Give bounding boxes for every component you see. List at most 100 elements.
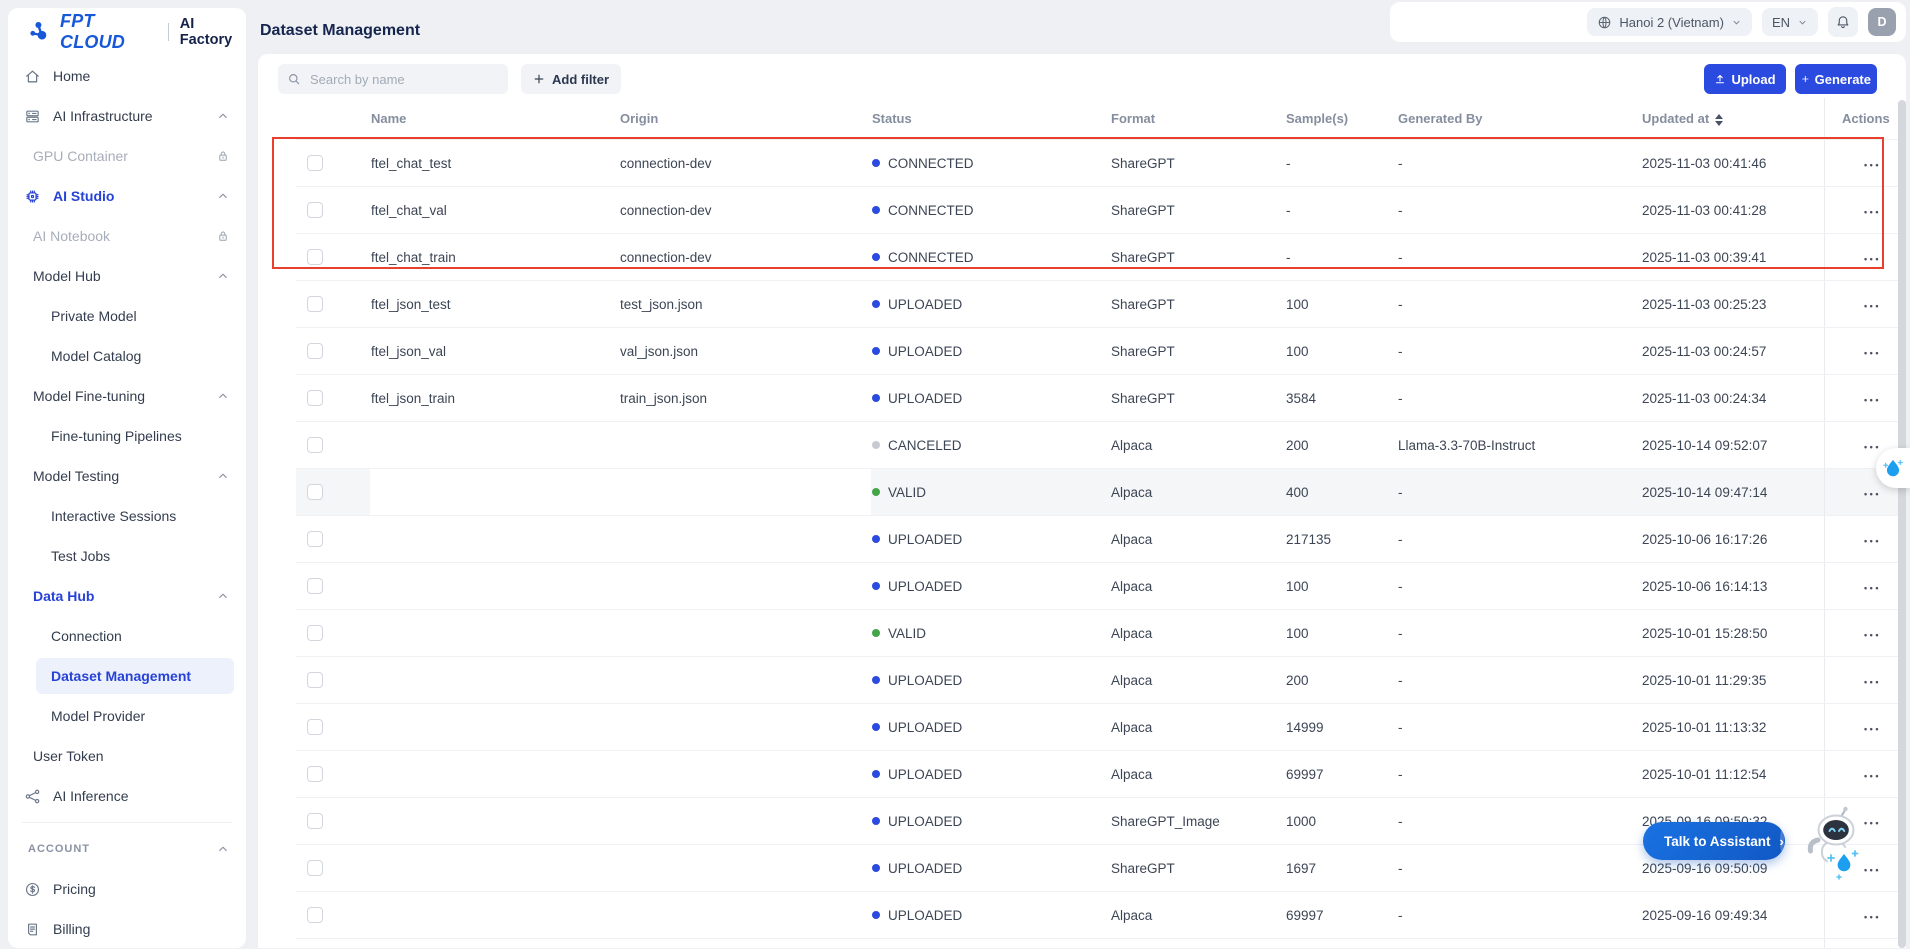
chevron-up-icon[interactable] [216,842,230,856]
chevron-up-icon[interactable] [216,469,230,483]
cell-name: ftel_json_val [370,327,619,375]
sidebar-item-account[interactable]: ACCOUNT [8,829,246,869]
sidebar-item-label: Model Catalog [51,348,142,364]
cell-updated-at: 2025-11-03 00:41:28 [1641,186,1825,234]
status-label: UPLOADED [888,860,963,876]
chevron-up-icon[interactable] [216,109,230,123]
language-selector[interactable]: EN [1761,8,1818,36]
notifications-button[interactable] [1828,7,1858,37]
more-actions-icon[interactable] [1864,156,1881,171]
cell-origin [619,609,871,657]
dataset-table: Name Origin Status Format Sample(s) Generated… [296,98,1906,948]
sidebar-item-model-testing[interactable]: Model Testing [8,456,246,496]
more-actions-icon[interactable] [1864,908,1881,923]
more-actions-icon[interactable] [1864,579,1881,594]
sidebar-item-billing[interactable]: Billing [8,909,246,949]
row-checkbox[interactable] [307,813,323,830]
more-actions-icon[interactable] [1864,297,1881,312]
row-checkbox[interactable] [307,766,323,783]
sidebar-item-ai-studio[interactable]: AI Studio [8,176,246,216]
chevron-up-icon[interactable] [216,269,230,283]
cell-status: UPLOADED [871,562,1110,610]
row-checkbox[interactable] [307,296,323,313]
region-selector[interactable]: Hanoi 2 (Vietnam) [1587,8,1752,36]
row-checkbox[interactable] [307,625,323,642]
cell-name [370,891,619,939]
cell-generated-by: - [1397,374,1641,422]
vertical-scrollbar[interactable] [1898,100,1906,948]
more-actions-icon[interactable] [1864,250,1881,265]
sidebar-item-pricing[interactable]: Pricing [8,869,246,909]
row-checkbox[interactable] [307,390,323,407]
sidebar-item-label: AI Infrastructure [53,108,153,124]
cell-samples: 100 [1285,280,1397,328]
row-checkbox[interactable] [307,249,323,266]
cell-origin: connection-dev [619,233,871,281]
more-actions-icon[interactable] [1864,485,1881,500]
more-actions-icon[interactable] [1864,203,1881,218]
sidebar-item-test-jobs[interactable]: Test Jobs [8,536,246,576]
more-actions-icon[interactable] [1864,673,1881,688]
sidebar-item-data-hub[interactable]: Data Hub [8,576,246,616]
sidebar-item-gpu-container[interactable]: GPU Container [8,136,246,176]
chevron-up-icon[interactable] [216,389,230,403]
row-checkbox[interactable] [307,202,323,219]
more-actions-icon[interactable] [1864,344,1881,359]
more-actions-icon[interactable] [1864,720,1881,735]
sidebar-item-interactive-sessions[interactable]: Interactive Sessions [8,496,246,536]
globe-icon [1597,15,1612,30]
chevron-up-icon[interactable] [216,189,230,203]
status-label: CONNECTED [888,155,974,171]
sidebar-item-model-fine-tuning[interactable]: Model Fine-tuning [8,376,246,416]
search-input[interactable] [308,70,499,88]
row-checkbox[interactable] [307,531,323,548]
row-checkbox[interactable] [307,484,323,501]
cell-generated-by: - [1397,468,1641,516]
talk-to-assistant-button[interactable]: Talk to Assistant › [1643,822,1785,860]
upload-icon [1714,73,1726,85]
row-checkbox[interactable] [307,907,323,924]
assistant-label: Talk to Assistant [1664,833,1771,849]
row-checkbox[interactable] [307,437,323,454]
sidebar-item-model-catalog[interactable]: Model Catalog [8,336,246,376]
sidebar-item-ai-notebook[interactable]: AI Notebook [8,216,246,256]
sidebar-item-ai-infrastructure[interactable]: AI Infrastructure [8,96,246,136]
more-actions-icon[interactable] [1864,391,1881,406]
sidebar-nav: Home AI Infrastructure GPU Container AI … [8,56,246,949]
sidebar-item-model-hub[interactable]: Model Hub [8,256,246,296]
chevron-down-icon [1731,17,1742,28]
cell-status: UPLOADED [871,327,1110,375]
sidebar-item-connection[interactable]: Connection [8,616,246,656]
sidebar-item-home[interactable]: Home [8,56,246,96]
cell-origin [619,562,871,610]
sort-icon[interactable] [1715,113,1724,126]
upload-button[interactable]: Upload [1704,64,1786,94]
sidebar-item-private-model[interactable]: Private Model [8,296,246,336]
more-actions-icon[interactable] [1864,767,1881,782]
assistant-robot-mascot[interactable] [1796,804,1872,888]
row-checkbox[interactable] [307,672,323,689]
more-actions-icon[interactable] [1864,626,1881,641]
chevron-up-icon[interactable] [216,589,230,603]
avatar[interactable]: D [1868,8,1896,36]
status-label: UPLOADED [888,719,963,735]
row-checkbox[interactable] [307,343,323,360]
row-checkbox[interactable] [307,860,323,877]
cell-samples: 200 [1285,421,1397,469]
cell-generated-by: - [1397,186,1641,234]
more-actions-icon[interactable] [1864,532,1881,547]
sidebar-item-fine-tuning-pipelines[interactable]: Fine-tuning Pipelines [8,416,246,456]
sidebar-item-ai-inference[interactable]: AI Inference [8,776,246,816]
row-checkbox[interactable] [307,155,323,172]
cell-status: UPLOADED [871,515,1110,563]
plus-icon [533,73,545,85]
row-checkbox[interactable] [307,719,323,736]
assistant-dock-widget[interactable] [1876,448,1910,488]
sidebar-item-model-provider[interactable]: Model Provider [8,696,246,736]
sidebar-item-dataset-management[interactable]: Dataset Management [8,656,246,696]
sidebar-item-user-token[interactable]: User Token [8,736,246,776]
row-checkbox[interactable] [307,578,323,595]
generate-button[interactable]: Generate [1795,64,1877,94]
add-filter-button[interactable]: Add filter [521,64,622,94]
more-actions-icon[interactable] [1864,438,1881,453]
